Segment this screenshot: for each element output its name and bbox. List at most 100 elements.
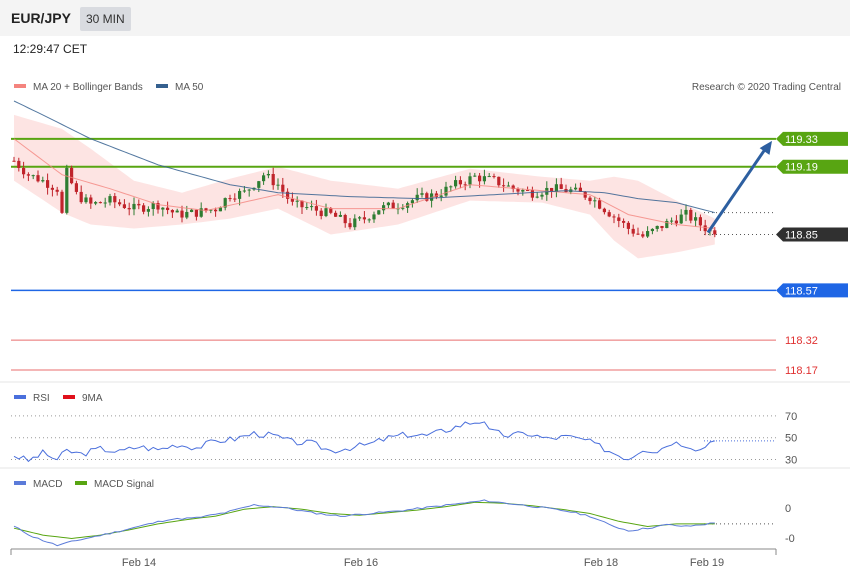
candle-body: [593, 200, 597, 202]
candle-body: [622, 220, 626, 223]
price-legend: MA 20 + Bollinger Bands MA 50: [14, 82, 204, 93]
candle-body: [612, 216, 616, 218]
candle-body: [79, 191, 83, 203]
candle-body: [641, 234, 645, 237]
candle-body: [386, 202, 390, 206]
candle-body: [482, 176, 486, 182]
candle-body: [684, 209, 688, 215]
candle-body: [530, 190, 534, 198]
candle-body: [353, 218, 357, 228]
candle-body: [521, 189, 525, 192]
candle-body: [713, 230, 717, 235]
candle-body: [238, 190, 242, 199]
candle-body: [439, 195, 443, 197]
candle-body: [228, 198, 232, 200]
forecast-arrow-layer: [706, 140, 772, 234]
candle-body: [36, 175, 40, 182]
candle-body: [161, 207, 165, 210]
candle-body: [146, 209, 150, 212]
bollinger-bands-layer: [14, 114, 715, 259]
candle-body: [142, 205, 146, 212]
candle-body: [122, 204, 126, 209]
candle-body: [94, 202, 98, 204]
candle-body: [410, 200, 414, 204]
legend-bollinger-swatch: [14, 84, 26, 88]
forecast-arrow-shaft: [706, 146, 768, 234]
candle-body: [190, 209, 194, 212]
legend-rsi-label: RSI: [33, 393, 50, 404]
candle-body: [646, 231, 650, 237]
candle-body: [631, 228, 635, 234]
macd-tick-neg: -0: [785, 533, 795, 545]
candle-body: [674, 220, 678, 224]
candle-body: [127, 208, 131, 210]
candle-body: [334, 212, 338, 217]
x-tick-feb16: Feb 16: [344, 557, 378, 569]
candle-body: [607, 212, 611, 217]
candle-body: [70, 167, 74, 184]
level-118-17-label: 118.17: [785, 365, 818, 377]
candle-body: [670, 220, 674, 222]
legend-macd-signal-label: MACD Signal: [94, 479, 154, 490]
candle-body: [305, 207, 309, 209]
candle-body: [338, 214, 342, 217]
candle-body: [660, 225, 664, 229]
candle-body: [194, 209, 198, 217]
candle-body: [12, 160, 16, 162]
candle-body: [358, 217, 362, 219]
legend-ma50-label: MA 50: [175, 82, 204, 93]
bollinger-band-fill: [14, 114, 715, 259]
candle-body: [22, 167, 26, 175]
candle-body: [175, 210, 179, 213]
candle-body: [242, 190, 246, 192]
candle-body: [478, 175, 482, 182]
candle-body: [655, 225, 659, 229]
candle-body: [314, 206, 318, 211]
candle-body: [458, 180, 462, 185]
candle-body: [17, 160, 21, 168]
candle-body: [694, 217, 698, 221]
chart-canvas: MA 20 + Bollinger Bands MA 50 Research ©…: [0, 82, 850, 569]
candle-body: [703, 225, 707, 232]
x-tick-feb14: Feb 14: [122, 557, 156, 569]
macd-tick-zero: 0: [785, 503, 791, 515]
candle-body: [60, 191, 64, 213]
level-119-33-label: 119.33: [785, 134, 818, 146]
candle-body: [113, 196, 117, 203]
rsi-tick-30: 30: [785, 455, 797, 467]
legend-bollinger-label: MA 20 + Bollinger Bands: [33, 82, 143, 93]
candle-body: [602, 208, 606, 213]
level-118-85-label: 118.85: [785, 230, 818, 242]
candle-body: [26, 174, 30, 176]
candle-body: [137, 203, 141, 206]
candle-body: [617, 217, 621, 221]
candle-body: [74, 183, 78, 192]
candle-body: [698, 217, 702, 226]
x-tick-feb19: Feb 19: [690, 557, 724, 569]
candle-body: [626, 222, 630, 229]
candle-body: [382, 205, 386, 211]
rsi-tick-70: 70: [785, 411, 797, 423]
candle-body: [401, 207, 405, 209]
candle-body: [540, 194, 544, 197]
candle-body: [377, 210, 381, 215]
legend-rsi-ma-swatch: [63, 395, 75, 399]
candle-body: [170, 210, 174, 213]
candle-body: [84, 197, 88, 203]
candle-body: [185, 211, 189, 218]
legend-ma50-swatch: [156, 84, 168, 88]
candle-body: [598, 200, 602, 209]
candle-body: [281, 184, 285, 192]
candle-body: [449, 186, 453, 188]
candle-body: [391, 202, 395, 209]
candle-body: [650, 228, 654, 232]
candle-body: [98, 202, 102, 204]
candle-body: [324, 208, 328, 217]
rsi-legend: RSI 9MA: [14, 393, 103, 404]
candle-body: [103, 202, 107, 204]
candle-body: [679, 214, 683, 224]
price-levels-layer: 119.33 119.19 118.85 118.57 118.32 118.17: [11, 131, 848, 377]
candle-body: [295, 200, 299, 202]
level-118-32-label: 118.32: [785, 335, 818, 347]
candle-body: [444, 186, 448, 196]
